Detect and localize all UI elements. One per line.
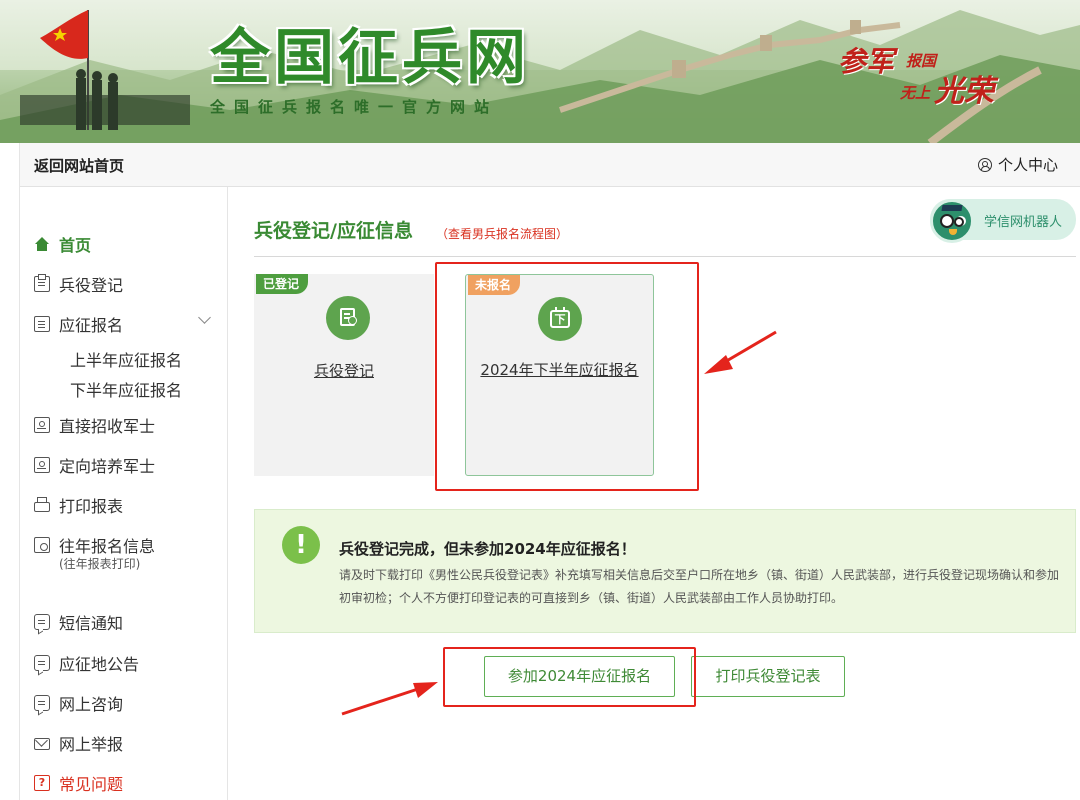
sidebar-item-label: 常见问题 [59, 775, 124, 794]
help-icon: ? [34, 775, 50, 791]
top-nav-bar: 返回网站首页 个人中心 [20, 143, 1080, 187]
sidebar-item-label: 网上咨询 [59, 695, 124, 714]
sidebar-item-label: 首页 [59, 236, 92, 255]
chat-icon [34, 655, 50, 671]
sidebar-item-note: (往年报表打印) [59, 557, 141, 571]
sidebar-item-label: 应征地公告 [59, 655, 140, 674]
sidebar-item-direct-recruit-nco[interactable]: 直接招收军士 [34, 413, 155, 437]
badge-icon [34, 417, 50, 433]
notice-title: 兵役登记完成，但未参加2024年应征报名！ [339, 540, 636, 558]
slogan: 参军 报国 无上 光荣 [838, 40, 1028, 110]
divider [254, 256, 1076, 257]
sidebar-item-label: 短信通知 [59, 614, 124, 633]
sidebar-item-label: 直接招收军士 [59, 417, 156, 436]
user-icon [977, 157, 992, 172]
user-center-link[interactable]: 个人中心 [977, 154, 1058, 175]
site-subtitle: 全国征兵报名唯一官方网站 [210, 98, 499, 116]
slogan-part4: 光荣 [934, 74, 994, 109]
site-logo[interactable]: 全国征兵网 全国征兵报名唯一官方网站 [210, 26, 530, 117]
chatbot-button[interactable]: 学信网机器人 [930, 199, 1076, 243]
history-icon [34, 537, 50, 553]
print-registration-form-button[interactable]: 打印兵役登记表 [691, 656, 845, 697]
sidebar-item-local-announcements[interactable]: 应征地公告 [34, 651, 139, 675]
sidebar-item-sms-notice[interactable]: 短信通知 [34, 610, 123, 634]
sidebar: 首页 兵役登记 应征报名 上半年应征报名 下半年应征报名 直接招收军士 定向培养… [20, 187, 228, 800]
page-title: 兵役登记/应征信息 [254, 220, 413, 242]
notice-panel: ! 兵役登记完成，但未参加2024年应征报名！ 请及时下载打印《男性公民兵役登记… [254, 509, 1076, 633]
sidebar-item-online-report[interactable]: 网上举报 [34, 731, 123, 755]
site-banner: 全国征兵网 全国征兵报名唯一官方网站 参军 报国 无上 光荣 [0, 0, 1080, 143]
notice-body: 请及时下载打印《男性公民兵役登记表》补充填写相关信息后交至户口所在地乡（镇、街道… [339, 568, 1060, 605]
enlistment-card: 未报名 下 2024年下半年应征报名 [465, 274, 654, 476]
left-edge [0, 143, 20, 800]
registration-card-link[interactable]: 兵役登记 [254, 360, 434, 381]
status-badge: 已登记 [256, 274, 309, 294]
chat-icon [34, 695, 50, 711]
sidebar-item-label: 定向培养军士 [59, 457, 156, 476]
flow-chart-link[interactable]: （查看男兵报名流程图） [436, 225, 568, 242]
printer-icon [34, 497, 50, 513]
enlistment-card-link[interactable]: 2024年下半年应征报名 [466, 359, 653, 380]
slogan-part3: 无上 [900, 84, 931, 102]
chatbot-label: 学信网机器人 [984, 215, 1063, 230]
sidebar-item-label: 应征报名 [59, 316, 124, 335]
document-icon [34, 316, 50, 332]
clipboard-icon [34, 274, 50, 292]
sidebar-item-military-registration[interactable]: 兵役登记 [34, 272, 123, 296]
sidebar-item-label: 打印报表 [59, 497, 124, 516]
sidebar-item-label: 网上举报 [59, 735, 124, 754]
annotation-arrow [341, 682, 438, 716]
calendar-icon: 下 [538, 297, 582, 341]
sidebar-item-faq[interactable]: ? 常见问题 [34, 771, 123, 795]
slogan-part2: 报国 [906, 52, 937, 70]
chat-icon [34, 614, 50, 630]
badge-icon [34, 457, 50, 473]
mail-icon [34, 738, 50, 750]
annotation-arrow [704, 330, 777, 374]
sidebar-item-online-consult[interactable]: 网上咨询 [34, 691, 123, 715]
owl-avatar-icon [930, 199, 974, 243]
sidebar-subitem-second-half[interactable]: 下半年应征报名 [70, 377, 182, 401]
sidebar-item-enlistment-application[interactable]: 应征报名 [34, 312, 123, 336]
sidebar-item-label: 兵役登记 [59, 276, 124, 295]
sidebar-item-label: 往年报名信息 [59, 537, 156, 556]
site-title: 全国征兵网 [210, 24, 530, 91]
user-center-label: 个人中心 [997, 156, 1058, 174]
sidebar-subitem-first-half[interactable]: 上半年应征报名 [70, 347, 182, 371]
sidebar-item-past-registration[interactable]: 往年报名信息 [34, 533, 155, 557]
status-badge: 未报名 [468, 275, 521, 295]
sidebar-item-directed-training-nco[interactable]: 定向培养军士 [34, 453, 155, 477]
back-home-link[interactable]: 返回网站首页 [34, 155, 124, 176]
exclamation-icon: ! [282, 526, 320, 564]
sidebar-item-home[interactable]: 首页 [34, 232, 91, 256]
sidebar-item-print-reports[interactable]: 打印报表 [34, 493, 123, 517]
registration-icon [326, 296, 370, 340]
chevron-down-icon[interactable] [198, 311, 211, 324]
home-icon [34, 236, 50, 252]
apply-enlistment-button[interactable]: 参加2024年应征报名 [484, 656, 675, 697]
slogan-part1: 参军 [838, 45, 895, 78]
registration-card: 已登记 兵役登记 [254, 274, 434, 476]
